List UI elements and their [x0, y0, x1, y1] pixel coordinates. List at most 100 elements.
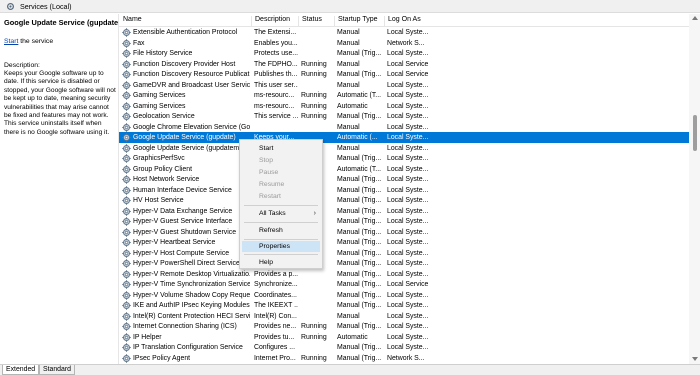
- column-header-name[interactable]: Name: [121, 16, 249, 26]
- service-name: Google Update Service (gupdate): [133, 134, 236, 141]
- service-name: Fax: [133, 39, 145, 47]
- service-log-on-as: Local Syste...: [387, 312, 429, 320]
- service-startup-type: Manual (Trig...: [337, 281, 382, 288]
- gear-icon: [122, 206, 131, 216]
- tab-standard[interactable]: Standard: [39, 365, 75, 375]
- service-description: This user ser...: [254, 81, 298, 89]
- service-startup-type: Manual (Trig...: [337, 344, 382, 351]
- gear-icon: [122, 133, 131, 142]
- service-log-on-as: Local Syste...: [387, 333, 429, 341]
- service-name: Gaming Services: [133, 92, 186, 99]
- gear-icon: [122, 217, 131, 226]
- service-row[interactable]: Hyper-V Heartbeat Service Manual (Trig...…: [119, 237, 689, 248]
- service-row[interactable]: Human Interface Device Service Manual (Tr…: [119, 185, 689, 196]
- services-header-bar: Services (Local): [0, 0, 700, 13]
- service-startup-type: Manual (Trig...: [337, 354, 382, 362]
- services-header-title: Services (Local): [20, 2, 72, 11]
- service-row[interactable]: Hyper-V PowerShell Direct Service Manual …: [119, 258, 689, 269]
- service-log-on-as: Local Syste...: [387, 50, 429, 57]
- service-row[interactable]: Google Update Service (gupdate) Keeps you…: [119, 132, 689, 143]
- gear-icon: [122, 196, 131, 205]
- service-description: Provides a p...: [254, 270, 298, 278]
- service-row[interactable]: Gaming Services ms-resourc... Running Autom…: [119, 90, 689, 101]
- service-startup-type: Manual (Trig...: [337, 239, 382, 246]
- gear-icon: [122, 238, 131, 247]
- service-row[interactable]: Geolocation Service This service ... Runni…: [119, 111, 689, 122]
- menu-separator: [244, 239, 318, 240]
- service-row[interactable]: IPsec Policy Agent Internet Pro... Running…: [119, 353, 689, 364]
- service-row[interactable]: Hyper-V Data Exchange Service Manual (Tri…: [119, 206, 689, 217]
- tab-extended[interactable]: Extended: [2, 365, 40, 375]
- service-row[interactable]: Hyper-V Volume Shadow Copy Reque... Coord…: [119, 290, 689, 301]
- scrollbar-thumb[interactable]: [693, 115, 697, 151]
- service-row[interactable]: Function Discovery Resource Publicat... P…: [119, 69, 689, 80]
- menu-item-all-tasks[interactable]: All Tasks ›: [242, 208, 320, 219]
- service-description: This service ...: [254, 113, 298, 120]
- column-header-log-on-as[interactable]: Log On As: [384, 16, 434, 26]
- menu-item-start[interactable]: Start: [242, 143, 320, 154]
- menu-item-help[interactable]: Help: [242, 257, 320, 268]
- submenu-arrow-icon: ›: [313, 210, 316, 217]
- menu-item-stop[interactable]: Stop: [242, 155, 320, 166]
- menu-item-refresh[interactable]: Refresh: [242, 225, 320, 236]
- gear-icon: [122, 91, 131, 100]
- service-row[interactable]: Extensible Authentication Protocol The Ex…: [119, 27, 689, 38]
- service-row[interactable]: Hyper-V Guest Service Interface Manual (T…: [119, 216, 689, 227]
- gear-icon: [122, 38, 131, 48]
- service-row[interactable]: IKE and AuthIP IPsec Keying Modules The I…: [119, 300, 689, 311]
- service-row[interactable]: Group Policy Client Automatic (T... Local …: [119, 164, 689, 175]
- service-name: Hyper-V PowerShell Direct Service: [133, 260, 240, 267]
- service-name: Hyper-V Data Exchange Service: [133, 207, 233, 215]
- service-log-on-as: Local Syste...: [387, 260, 429, 267]
- service-row[interactable]: Hyper-V Guest Shutdown Service Manual (Tr…: [119, 227, 689, 238]
- menu-item-resume[interactable]: Resume: [242, 179, 320, 190]
- service-row[interactable]: IP Translation Configuration Service Conf…: [119, 342, 689, 353]
- service-row[interactable]: Hyper-V Host Compute Service Manual (Trig…: [119, 248, 689, 259]
- service-startup-type: Manual (Trig...: [337, 218, 382, 225]
- service-row[interactable]: Google Update Service (gupdatem) Manual Lo…: [119, 143, 689, 154]
- service-row[interactable]: IP Helper Provides tu... Running Automatic L…: [119, 332, 689, 343]
- menu-item-restart[interactable]: Restart: [242, 191, 320, 202]
- service-row[interactable]: Fax Enables you... Manual Network S...: [119, 38, 689, 49]
- service-name: Extensible Authentication Protocol: [133, 29, 238, 36]
- menu-item-properties[interactable]: Properties: [242, 241, 320, 252]
- scroll-down-arrow-icon[interactable]: [692, 357, 698, 361]
- column-header-status[interactable]: Status: [298, 16, 336, 26]
- gear-icon: [122, 185, 131, 195]
- service-name: IP Translation Configuration Service: [133, 344, 243, 351]
- menu-item-pause[interactable]: Pause: [242, 167, 320, 178]
- gear-icon: [122, 311, 131, 321]
- service-log-on-as: Local Syste...: [387, 176, 429, 183]
- service-startup-type: Manual (Trig...: [337, 302, 382, 309]
- service-row[interactable]: HV Host Service Manual (Trig... Local Syst…: [119, 195, 689, 206]
- service-startup-type: Manual (Trig...: [337, 155, 382, 162]
- column-header-description[interactable]: Description: [251, 16, 299, 26]
- service-row[interactable]: Hyper-V Time Synchronization Service Sync…: [119, 279, 689, 290]
- service-log-on-as: Local Syste...: [387, 323, 429, 330]
- scroll-up-arrow-icon[interactable]: [692, 16, 698, 20]
- service-log-on-as: Local Syste...: [387, 102, 429, 110]
- service-row[interactable]: Internet Connection Sharing (ICS) Provide…: [119, 321, 689, 332]
- gear-icon: [122, 322, 131, 331]
- service-description: Enables you...: [254, 39, 298, 47]
- service-row[interactable]: File History Service Protects use... Manua…: [119, 48, 689, 59]
- service-startup-type: Automatic (...: [337, 134, 378, 141]
- vertical-scrollbar[interactable]: [689, 14, 700, 364]
- gear-icon: [122, 49, 131, 58]
- service-name: Function Discovery Resource Publicat...: [133, 71, 250, 78]
- service-row[interactable]: GraphicsPerfSvc Manual (Trig... Local Syst…: [119, 153, 689, 164]
- service-row[interactable]: Gaming Services ms-resourc... Running Autom…: [119, 101, 689, 112]
- service-row[interactable]: Host Network Service Manual (Trig... Local…: [119, 174, 689, 185]
- service-status: Running: [301, 102, 327, 110]
- service-row[interactable]: Function Discovery Provider Host The FDPH…: [119, 59, 689, 70]
- column-header-startup-type[interactable]: Startup Type: [334, 16, 386, 26]
- selected-service-title: Google Update Service (gupdate): [4, 18, 121, 27]
- start-service-link[interactable]: Start: [4, 38, 18, 45]
- service-row[interactable]: Google Chrome Elevation Service (Go... Ma…: [119, 122, 689, 133]
- service-name: Internet Connection Sharing (ICS): [133, 323, 237, 330]
- service-row[interactable]: GameDVR and Broadcast User Service... Thi…: [119, 80, 689, 91]
- service-log-on-as: Local Syste...: [387, 29, 429, 36]
- service-row[interactable]: Intel(R) Content Protection HECI Servi..…: [119, 311, 689, 322]
- service-log-on-as: Local Syste...: [387, 165, 429, 173]
- service-row[interactable]: Hyper-V Remote Desktop Virtualizatio... P…: [119, 269, 689, 280]
